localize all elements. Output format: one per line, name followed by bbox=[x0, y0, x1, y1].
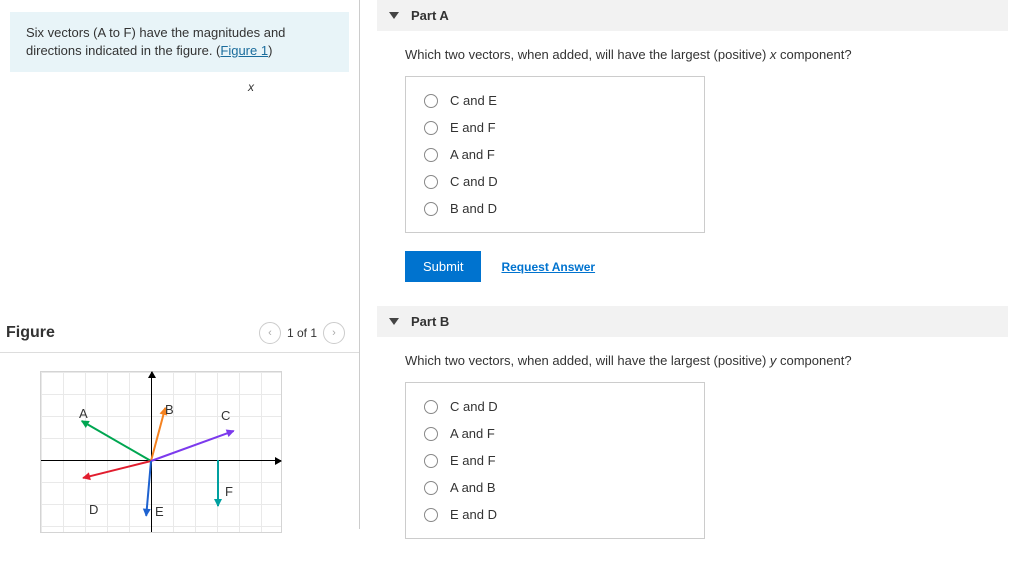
part-b-prompt: Which two vectors, when added, will have… bbox=[405, 353, 986, 368]
problem-statement: Six vectors (A to F) have the magnitudes… bbox=[10, 12, 349, 72]
chevron-down-icon bbox=[389, 12, 399, 19]
option-row[interactable]: A and B bbox=[406, 474, 704, 501]
part-a-prompt-after: component? bbox=[776, 47, 851, 62]
radio-button[interactable] bbox=[424, 175, 438, 189]
vector-F bbox=[217, 460, 219, 506]
option-row[interactable]: E and F bbox=[406, 114, 704, 141]
label-F: F bbox=[225, 484, 233, 499]
chevron-down-icon bbox=[389, 318, 399, 325]
part-b-header[interactable]: Part B bbox=[377, 306, 1008, 337]
prev-figure-button[interactable]: ‹ bbox=[259, 322, 281, 344]
part-a-actions: Submit Request Answer bbox=[405, 251, 986, 282]
option-label: C and D bbox=[450, 174, 498, 189]
figure-body: A B C D E F x y bbox=[0, 353, 359, 533]
part-a-options: C and E E and F A and F C and D B and D bbox=[405, 76, 705, 233]
option-label: A and B bbox=[450, 480, 496, 495]
part-a-title: Part A bbox=[411, 8, 449, 23]
option-label: B and D bbox=[450, 201, 497, 216]
part-b-prompt-after: component? bbox=[776, 353, 851, 368]
x-axis bbox=[41, 460, 281, 461]
radio-button[interactable] bbox=[424, 94, 438, 108]
part-b-options: C and D A and F E and F A and B E and D bbox=[405, 382, 705, 539]
figure-link[interactable]: Figure 1 bbox=[220, 43, 268, 58]
radio-button[interactable] bbox=[424, 121, 438, 135]
pager-text: 1 of 1 bbox=[287, 326, 317, 340]
option-label: E and F bbox=[450, 453, 496, 468]
x-axis-label: x bbox=[248, 80, 254, 94]
option-label: A and F bbox=[450, 426, 495, 441]
part-a-prompt: Which two vectors, when added, will have… bbox=[405, 47, 986, 62]
radio-button[interactable] bbox=[424, 400, 438, 414]
figure-header: Figure ‹ 1 of 1 › bbox=[0, 322, 359, 353]
option-label: C and D bbox=[450, 399, 498, 414]
radio-button[interactable] bbox=[424, 508, 438, 522]
vector-D bbox=[83, 460, 151, 479]
problem-text-after: ) bbox=[268, 43, 272, 58]
part-b-prompt-before: Which two vectors, when added, will have… bbox=[405, 353, 770, 368]
option-label: C and E bbox=[450, 93, 497, 108]
option-row[interactable]: C and D bbox=[406, 393, 704, 420]
option-row[interactable]: C and D bbox=[406, 168, 704, 195]
part-b-title: Part B bbox=[411, 314, 449, 329]
label-E: E bbox=[155, 504, 164, 519]
vector-A bbox=[81, 421, 151, 463]
vector-C bbox=[151, 430, 234, 462]
label-B: B bbox=[165, 402, 174, 417]
radio-button[interactable] bbox=[424, 454, 438, 468]
option-row[interactable]: A and F bbox=[406, 420, 704, 447]
label-C: C bbox=[221, 408, 230, 423]
option-label: E and F bbox=[450, 120, 496, 135]
part-b-body: Which two vectors, when added, will have… bbox=[377, 337, 1008, 563]
vector-chart: A B C D E F bbox=[40, 371, 282, 533]
request-answer-link[interactable]: Request Answer bbox=[501, 260, 595, 274]
submit-button[interactable]: Submit bbox=[405, 251, 481, 282]
part-a-header[interactable]: Part A bbox=[377, 0, 1008, 31]
option-row[interactable]: C and E bbox=[406, 87, 704, 114]
option-label: E and D bbox=[450, 507, 497, 522]
option-label: A and F bbox=[450, 147, 495, 162]
radio-button[interactable] bbox=[424, 427, 438, 441]
next-figure-button[interactable]: › bbox=[323, 322, 345, 344]
figure-pager: ‹ 1 of 1 › bbox=[259, 322, 345, 344]
radio-button[interactable] bbox=[424, 202, 438, 216]
label-D: D bbox=[89, 502, 98, 517]
vector-B bbox=[150, 408, 166, 462]
part-a-body: Which two vectors, when added, will have… bbox=[377, 31, 1008, 306]
option-row[interactable]: E and F bbox=[406, 447, 704, 474]
radio-button[interactable] bbox=[424, 148, 438, 162]
option-row[interactable]: E and D bbox=[406, 501, 704, 528]
option-row[interactable]: B and D bbox=[406, 195, 704, 222]
option-row[interactable]: A and F bbox=[406, 141, 704, 168]
part-a-prompt-before: Which two vectors, when added, will have… bbox=[405, 47, 770, 62]
figure-title: Figure bbox=[6, 324, 55, 342]
radio-button[interactable] bbox=[424, 481, 438, 495]
label-A: A bbox=[79, 406, 88, 421]
